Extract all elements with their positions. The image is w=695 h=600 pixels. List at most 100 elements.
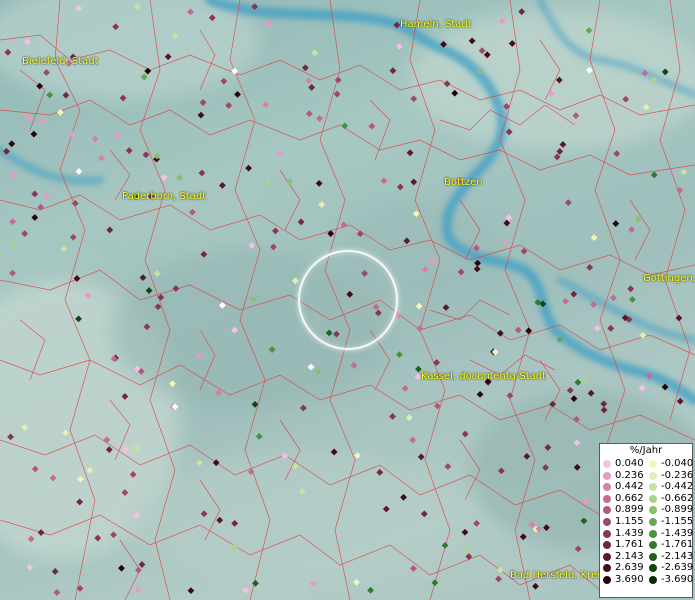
station-marker [496,566,504,574]
station-marker [305,77,313,85]
legend-row: 0.442 -0.442 [600,481,694,493]
station-marker [634,215,642,223]
legend-value-positive: 1.761 [615,539,644,551]
station-marker [311,49,319,57]
station-marker [333,90,341,98]
legend-value-negative: -0.236 [661,469,694,481]
station-marker [334,76,342,84]
station-marker [574,378,582,386]
station-marker [444,463,452,470]
station-marker [308,84,316,91]
legend-swatch-positive [603,483,611,492]
legend-value-negative: -1.439 [661,527,694,539]
legend-swatch-negative [649,494,657,503]
station-marker [255,432,263,440]
legend-row: 0.040 -0.040 [600,458,694,470]
station-marker [405,414,413,422]
legend-swatch-positive [603,460,611,468]
station-marker [53,589,61,596]
legend-swatch-positive [603,541,611,550]
station-marker [43,192,50,200]
station-marker [473,519,480,527]
city-label-paderborn: Paderborn, Stadt [122,191,207,202]
station-marker [341,122,349,130]
station-marker [8,140,16,148]
station-marker [11,241,19,249]
legend-row: 0.236 -0.236 [600,469,694,482]
station-marker [31,190,39,198]
legend-row: 1.155 -1.155 [600,516,693,528]
station-marker [197,111,205,119]
map-view[interactable]: Bielefeld, Stadt Hameln, Stadt Paderborn… [0,0,695,600]
station-marker [187,587,195,595]
legend-row: 0.899 -0.899 [600,504,693,516]
legend-row: 2.143 -2.143 [600,551,693,563]
station-marker [98,154,105,162]
station-marker [389,67,397,75]
station-marker [395,43,403,50]
legend-swatch-positive [603,552,611,561]
legend-value-negative: -0.442 [661,481,694,493]
legend-swatch-negative [649,575,657,584]
legend-swatch-positive [603,471,611,480]
legend-row: 1.761 -1.761 [600,539,693,551]
city-label-goettingen: Göttingen, ... [643,273,695,284]
station-marker [46,91,54,99]
station-marker [613,150,621,158]
station-marker [9,218,17,226]
station-marker [514,326,522,334]
station-marker [297,218,305,226]
station-marker [396,351,403,359]
station-marker [638,384,646,392]
station-marker [9,269,16,277]
legend-swatch-negative [649,529,657,538]
station-marker [135,566,142,574]
station-marker [60,245,68,253]
station-marker [39,117,47,125]
station-marker [272,227,279,235]
station-marker [465,553,473,561]
station-marker [305,110,313,118]
city-label-bad-hersfeld: Bad Hersfeld, Krei [510,570,601,581]
legend-value-negative: -3.690 [661,573,694,585]
station-marker [138,561,146,568]
station-marker [502,239,510,247]
station-marker [264,178,272,186]
station-marker [30,130,38,138]
station-marker [31,214,39,221]
station-marker [242,587,250,594]
legend-value-positive: 0.236 [615,469,644,481]
station-marker [315,179,323,187]
city-label-bottzen: Bottzen [444,177,483,188]
station-marker [248,242,256,249]
station-marker [276,149,284,157]
station-marker [409,436,417,444]
station-marker [91,135,99,143]
station-marker [417,453,425,461]
station-marker [134,586,142,594]
station-marker [416,325,424,332]
station-marker [525,327,533,335]
station-marker [410,178,418,186]
station-marker [367,586,374,594]
legend-value-negative: -0.040 [661,458,694,469]
cursor-highlight-ring [298,250,398,350]
station-marker [676,397,684,405]
station-marker [612,220,620,228]
station-marker [270,243,277,251]
legend-swatch-negative [649,517,657,526]
legend-swatch-positive [603,564,611,573]
station-marker [21,230,29,238]
station-marker [318,201,326,208]
station-marker [564,199,572,207]
station-marker [9,172,17,179]
station-marker [476,390,484,398]
legend-swatch-negative [649,541,657,550]
station-marker [299,404,307,412]
station-marker [506,392,514,400]
station-marker [582,376,589,384]
station-marker [586,264,594,271]
station-marker [69,233,77,241]
map-legend: %/Jahr 0.040 -0.040 0.236 -0.236 0.442 -0.4… [599,443,693,598]
legend-swatch-positive [603,517,611,526]
